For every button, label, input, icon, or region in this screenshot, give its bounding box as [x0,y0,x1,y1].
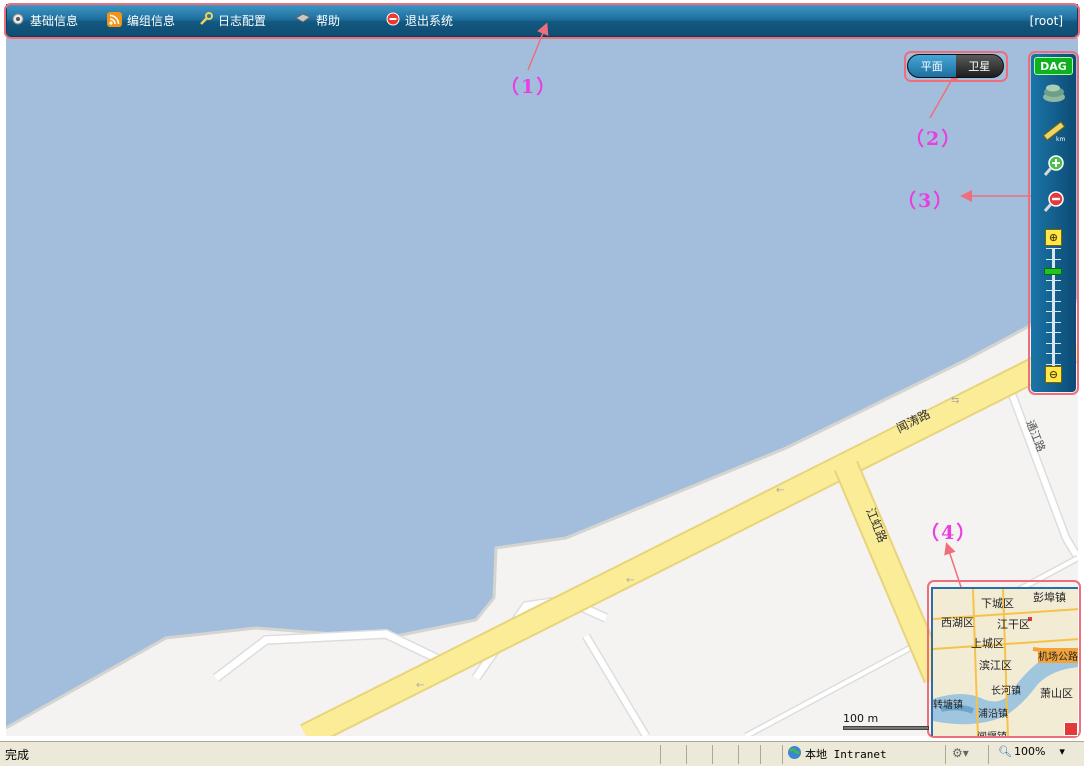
security-zone[interactable]: 本地 Intranet [787,745,887,763]
annotation-label-1: （1） [500,76,558,98]
annotation-label-2: （2） [905,128,963,150]
zoom-slider-handle[interactable] [1044,268,1062,275]
status-divider [686,745,687,764]
map-type-plain-button[interactable]: 平面 [908,55,956,77]
zoom-slider-tick [1046,322,1061,323]
zoom-slider-in-button[interactable]: ⊕ [1045,229,1062,246]
globe-icon [787,745,802,763]
ruler-icon: km [1041,118,1067,146]
zoom-slider-tick [1046,248,1061,249]
zoom-minus-icon: ⊖ [1048,368,1059,381]
overview-place-label: 浦沿镇 [978,709,1008,720]
protected-mode-icon[interactable]: ⚙▾ [952,746,969,760]
map-toolbar: DAG km ⊕ ⊖ [1031,54,1076,392]
overview-place-label: 转塘镇 [933,700,963,711]
svg-text:km: km [1056,136,1065,142]
map-scale-bar [843,726,929,730]
zoom-slider-tick [1046,364,1061,365]
magnifier-icon: 🔍︎ [998,745,1012,758]
annotation-label-3: （3） [897,190,955,212]
map-type-satellite-button[interactable]: 卫星 [956,55,1004,77]
overview-place-label: 西湖区 [941,616,974,629]
browser-window: 基础信息 编组信息 日志配置 帮助 退出系统 [root] ⇆ ← ← ← 闻涛… [0,0,1084,766]
overview-place-label: 萧山区 [1040,687,1073,700]
status-divider [660,745,661,764]
security-zone-label: 本地 Intranet [805,748,887,761]
status-divider [945,745,946,764]
status-divider [988,745,989,764]
map-scale-label: 100 m [843,712,879,725]
dag-button[interactable]: DAG [1034,57,1073,75]
browser-zoom-value: 100% [1013,745,1046,758]
zoom-out-button[interactable] [1038,190,1070,218]
zoom-slider-tick [1046,280,1061,281]
overview-map[interactable]: 下城区 彭埠镇 西湖区 江干区 上城区 机场公路 滨江区 长河镇 萧山区 浦沿镇… [931,587,1078,736]
annotation-arrows [527,22,1032,591]
overview-place-label: 彭埠镇 [1033,591,1066,604]
status-text: 完成 [5,748,30,762]
overview-place-label: 滨江区 [979,659,1012,672]
status-divider [760,745,761,764]
overview-place-label: 江干区 [997,618,1030,631]
overview-place-label: 长河镇 [991,686,1021,697]
zoom-slider-tick [1046,332,1061,333]
layers-icon [1041,83,1067,109]
zoom-in-button[interactable] [1038,154,1070,182]
overview-place-label: 闻堰镇 [977,728,1007,736]
status-divider [712,745,713,764]
zoom-slider-tick [1046,353,1061,354]
status-divider [782,745,783,764]
annotation-label-4: （4） [920,522,978,544]
measure-distance-button[interactable]: km [1038,118,1070,146]
zoom-slider-tick [1046,343,1061,344]
overview-place-label: 机场公路 [1038,648,1078,663]
zoom-slider-tick [1046,301,1061,302]
browser-status-bar: 完成 本地 Intranet ⚙▾ 🔍︎ 100% ▾ [0,741,1084,766]
zoom-slider-out-button[interactable]: ⊖ [1045,366,1062,383]
overview-place-label: 下城区 [981,597,1014,610]
chevron-down-icon: ▾ [1059,745,1065,758]
overview-place-label: 上城区 [971,637,1004,650]
zoom-plus-icon: ⊕ [1048,231,1059,244]
zoom-slider-tick [1046,311,1061,312]
layers-button[interactable] [1038,82,1070,110]
zoom-in-icon [1042,154,1066,182]
map-type-toggle: 平面 卫星 [907,54,1004,78]
zoom-slider-tick [1046,259,1061,260]
overview-toggle-button[interactable] [1064,722,1078,736]
zoom-slider-tick [1046,290,1061,291]
zoom-out-icon [1042,190,1066,218]
status-divider [738,745,739,764]
browser-zoom-control[interactable]: 🔍︎ 100% ▾ [998,745,1065,758]
